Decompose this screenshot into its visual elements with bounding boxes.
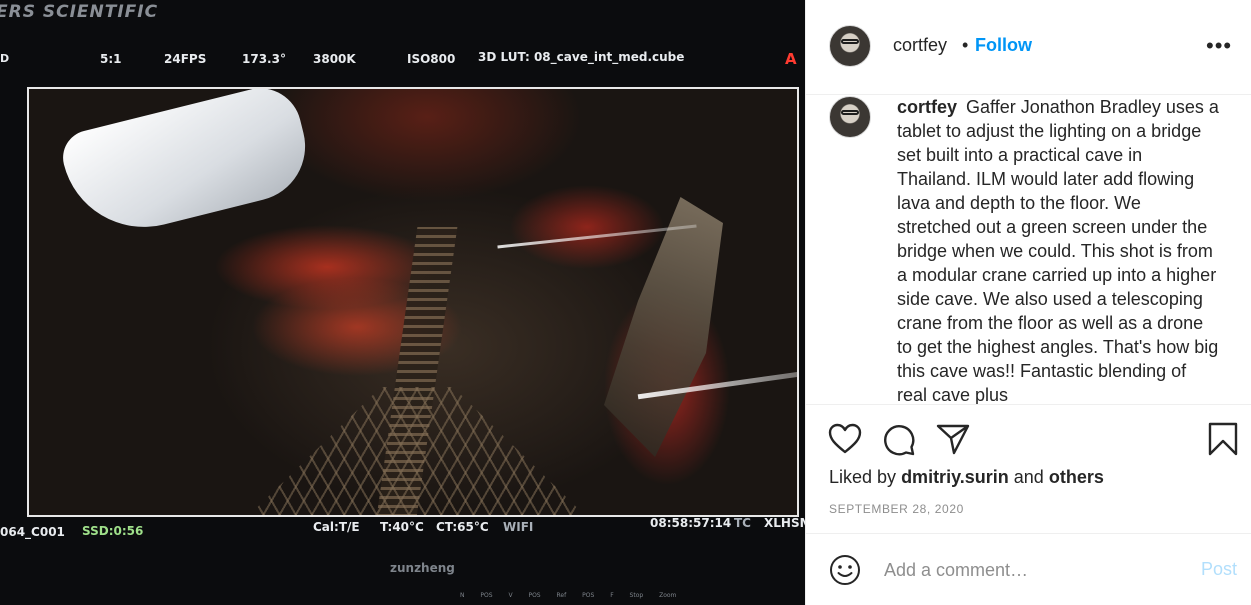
smiley-icon: [830, 555, 860, 585]
hud-core-temp: CT:65°C: [436, 520, 489, 534]
post-panel: cortfey • Follow ••• cortfey Gaffer Jona…: [805, 0, 1251, 605]
frame-guide: [27, 87, 799, 517]
hud-temp: T:40°C: [380, 520, 424, 534]
post-date[interactable]: SEPTEMBER 28, 2020: [829, 502, 964, 516]
follow-button[interactable]: Follow: [975, 35, 1032, 56]
action-bar: [806, 404, 1251, 457]
more-options-icon: •••: [1206, 33, 1233, 58]
hud-ratio: 5:1: [100, 52, 122, 66]
likes-others-link[interactable]: others: [1049, 467, 1104, 487]
like-button[interactable]: [828, 423, 862, 455]
likes-and: and: [1013, 467, 1044, 487]
hud-white-balance: 3800K: [313, 52, 356, 66]
monitor-bezel-brand: zunzheng: [390, 561, 455, 575]
comment-icon: [884, 425, 915, 456]
comment-input[interactable]: [882, 556, 1186, 584]
hud-shutter: 173.3°: [242, 52, 286, 66]
more-options-button[interactable]: •••: [1206, 33, 1233, 58]
hud-timecode: 08:58:57:14: [650, 516, 732, 530]
author-username[interactable]: cortfey: [893, 35, 947, 56]
post-header: cortfey • Follow •••: [806, 0, 1251, 95]
post-comment-button[interactable]: Post: [1201, 559, 1237, 580]
separator-dot: •: [962, 35, 969, 55]
caption: cortfey Gaffer Jonathon Bradley uses a t…: [897, 95, 1219, 404]
hud-mode: D: [0, 52, 10, 65]
hud-cal: Cal:T/E: [313, 520, 360, 534]
hud-format: XLHSM: [764, 516, 805, 530]
caption-username[interactable]: cortfey: [897, 97, 957, 117]
comment-button[interactable]: [882, 423, 916, 457]
caption-scroll-area[interactable]: cortfey Gaffer Jonathon Bradley uses a t…: [806, 95, 1251, 404]
hud-ssd: SSD:0:56: [82, 524, 144, 538]
likes-summary: Liked by dmitriy.surin and others: [829, 467, 1104, 488]
monitor-bezel-labels: N POS V POS Ref POS F Stop Zoom: [460, 592, 677, 599]
liked-by-username[interactable]: dmitriy.surin: [901, 467, 1009, 487]
save-button[interactable]: [1208, 422, 1238, 456]
post-photo[interactable]: ERS SCIENTIFIC D 5:1 24FPS 173.3° 3800K …: [0, 0, 805, 605]
likes-prefix: Liked by: [829, 467, 897, 487]
avatar[interactable]: [829, 25, 871, 67]
heart-icon: [828, 423, 862, 454]
hud-iso: ISO800: [407, 52, 456, 66]
hud-wifi: WIFI: [503, 520, 534, 534]
caption-avatar[interactable]: [829, 96, 871, 138]
hud-tc-label: TC: [734, 516, 751, 530]
share-button[interactable]: [936, 423, 970, 455]
bookmark-icon: [1208, 422, 1238, 456]
hud-fps: 24FPS: [164, 52, 207, 66]
monitor-brand-text: ERS SCIENTIFIC: [0, 2, 159, 22]
paper-plane-icon: [936, 424, 970, 455]
comment-bar: Post: [806, 533, 1251, 605]
hud-record-indicator: A: [785, 50, 797, 68]
hud-lut: 3D LUT: 08_cave_int_med.cube: [478, 50, 685, 64]
emoji-button[interactable]: [829, 554, 861, 586]
hud-clip: 064_C001: [0, 525, 65, 539]
caption-text: Gaffer Jonathon Bradley uses a tablet to…: [897, 97, 1219, 404]
